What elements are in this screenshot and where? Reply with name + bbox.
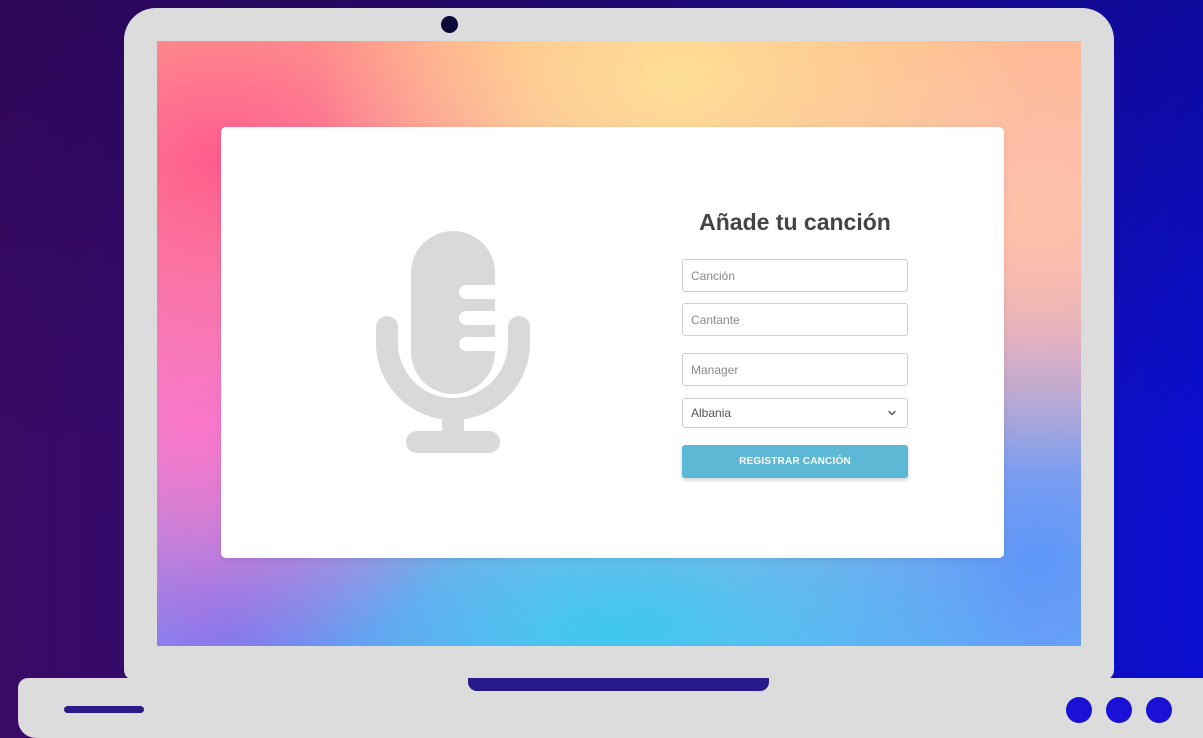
microphone-icon — [375, 231, 531, 455]
webcam-icon — [441, 16, 458, 33]
decorative-dot — [1106, 697, 1132, 723]
decorative-bar — [64, 706, 144, 713]
country-select-value: Albania — [691, 406, 732, 420]
laptop-hinge — [468, 678, 769, 691]
add-song-form: Añade tu canción Albania REGISTRAR CANCI… — [682, 205, 908, 478]
manager-input[interactable] — [682, 353, 908, 386]
song-input[interactable] — [682, 259, 908, 292]
country-select[interactable]: Albania — [682, 398, 908, 428]
laptop-screen: Añade tu canción Albania REGISTRAR CANCI… — [157, 41, 1081, 646]
chevron-down-icon — [888, 410, 896, 416]
song-card: Añade tu canción Albania REGISTRAR CANCI… — [221, 127, 1004, 558]
register-song-button[interactable]: REGISTRAR CANCIÓN — [682, 445, 908, 478]
form-title: Añade tu canción — [699, 209, 891, 235]
decorative-dot — [1066, 697, 1092, 723]
singer-input[interactable] — [682, 303, 908, 336]
decorative-dot — [1146, 697, 1172, 723]
